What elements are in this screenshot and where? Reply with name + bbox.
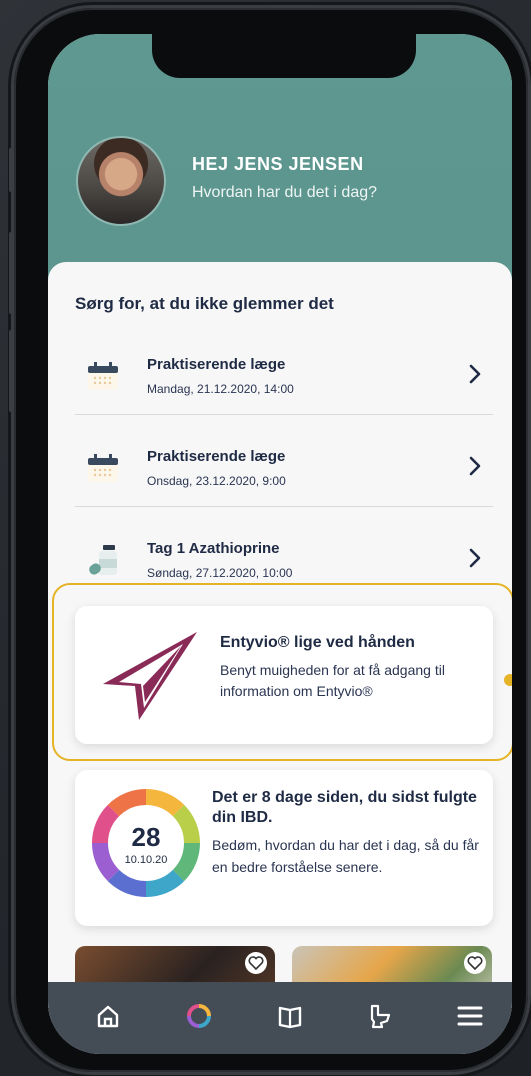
- heart-icon[interactable]: [464, 952, 486, 974]
- ibd-title: Det er 8 dage siden, du sidst fulgte din…: [212, 789, 477, 826]
- home-icon[interactable]: [88, 998, 128, 1034]
- greeting-subtitle: Hvordan har du det i dag?: [192, 184, 378, 201]
- mute-switch: [9, 148, 14, 192]
- mood-ring: 28 10.10.20: [91, 788, 201, 898]
- reminder-item[interactable]: Praktiserende læge Onsdag, 23.12.2020, 9…: [75, 428, 493, 507]
- reminder-title: Tag 1 Azathioprine: [147, 540, 280, 557]
- calendar-icon: [88, 454, 118, 482]
- book-icon[interactable]: [270, 998, 310, 1034]
- reminder-date: Mandag, 21.12.2020, 14:00: [147, 382, 294, 396]
- reminder-date: Søndag, 27.12.2020, 10:00: [147, 566, 293, 580]
- greeting-name: HEJ JENS JENSEN: [192, 154, 364, 174]
- pill-bottle-icon: [89, 545, 117, 575]
- avatar[interactable]: [76, 136, 166, 226]
- mood-ring-icon[interactable]: [179, 998, 219, 1034]
- reminders-title: Sørg for, at du ikke glemmer det: [75, 294, 334, 313]
- entyvio-logo-icon: [103, 632, 197, 720]
- last-tracked-date: 10.10.20: [124, 854, 168, 866]
- ibd-body: Bedøm, hvordan du har det i dag, så du f…: [212, 837, 479, 875]
- chevron-right-icon: [469, 548, 481, 568]
- reminder-item[interactable]: Praktiserende læge Mandag, 21.12.2020, 1…: [75, 336, 493, 415]
- reminder-date: Onsdag, 23.12.2020, 9:00: [147, 474, 286, 488]
- chevron-right-icon: [469, 456, 481, 476]
- highlight-marker: [504, 674, 512, 686]
- notch: [152, 34, 416, 78]
- heart-icon[interactable]: [245, 952, 267, 974]
- calendar-icon: [88, 362, 118, 390]
- toilet-icon[interactable]: [360, 998, 400, 1034]
- chevron-right-icon: [469, 364, 481, 384]
- menu-icon[interactable]: [450, 998, 490, 1034]
- volume-down-button: [9, 330, 14, 412]
- reminder-title: Praktiserende læge: [147, 356, 286, 373]
- promo-title: Entyvio® lige ved hånden: [220, 634, 415, 651]
- promo-card[interactable]: Entyvio® lige ved hånden Benyt muigheden…: [75, 606, 493, 744]
- tab-bar: [48, 982, 512, 1054]
- days-count: 28: [131, 822, 161, 852]
- promo-body: Benyt muigheden for at få adgang til inf…: [220, 662, 445, 699]
- ibd-tracking-card[interactable]: 28 10.10.20 Det er 8 dage siden, du sids…: [75, 770, 493, 926]
- volume-up-button: [9, 232, 14, 314]
- app-screen: HEJ JENS JENSEN Hvordan har du det i dag…: [48, 34, 512, 1054]
- reminder-title: Praktiserende læge: [147, 448, 286, 465]
